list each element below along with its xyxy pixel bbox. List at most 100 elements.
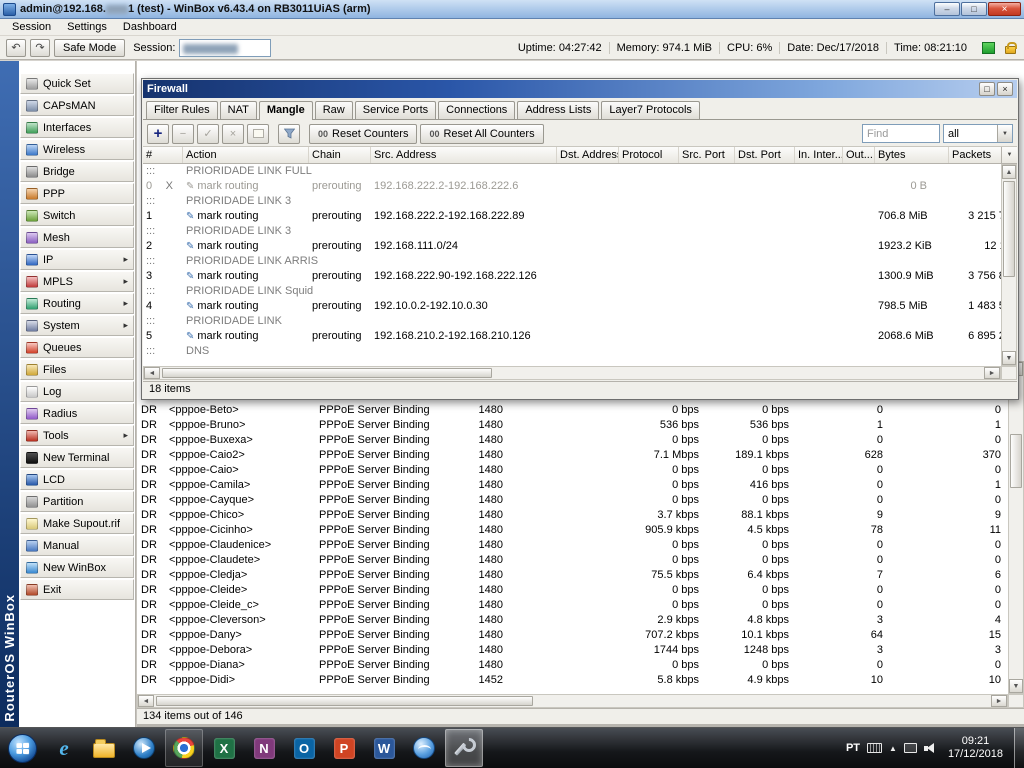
scroll-right-button[interactable]: ► — [984, 367, 1000, 379]
column-header-chain[interactable]: Chain — [309, 147, 371, 163]
interface-row[interactable]: DR <pppoe-Cayque> PPPoE Server Binding 1480… — [137, 493, 1008, 508]
interface-row[interactable]: DR <pppoe-Camila> PPPoE Server Binding 1480… — [137, 478, 1008, 493]
start-button[interactable] — [0, 728, 44, 768]
menu-dashboard[interactable]: Dashboard — [115, 20, 185, 34]
mangle-comment-row[interactable]: ::: PRIORIDADE LINK 3 — [143, 194, 1001, 209]
interface-row[interactable]: DR <pppoe-Didi> PPPoE Server Binding 1452 5.… — [137, 673, 1008, 688]
keyboard-icon[interactable] — [867, 743, 883, 753]
minimize-button[interactable]: – — [934, 2, 960, 16]
column-header-packets[interactable]: Packets — [949, 147, 1001, 163]
mangle-comment-row[interactable]: ::: PRIORIDADE LINK — [143, 314, 1001, 329]
sidebar-item-partition[interactable]: Partition — [20, 491, 134, 512]
language-indicator[interactable]: PT — [846, 742, 860, 754]
tab-service-ports[interactable]: Service Ports — [354, 101, 437, 119]
interface-vertical-scrollbar[interactable]: ▲ ▼ — [1008, 361, 1024, 694]
mangle-comment-row[interactable]: ::: PRIORIDADE LINK ARRIS — [143, 254, 1001, 269]
scroll-left-button[interactable]: ◄ — [138, 695, 154, 707]
redo-button[interactable]: ↷ — [30, 38, 50, 57]
sidebar-item-capsman[interactable]: CAPsMAN — [20, 95, 134, 116]
interface-row[interactable]: DR <pppoe-Cleide> PPPoE Server Binding 1480… — [137, 583, 1008, 598]
sidebar-item-ip[interactable]: IP ▸ — [20, 249, 134, 270]
sidebar-item-ppp[interactable]: PPP — [20, 183, 134, 204]
interface-row[interactable]: DR <pppoe-Buxexa> PPPoE Server Binding 1480… — [137, 433, 1008, 448]
scroll-down-button[interactable]: ▼ — [1002, 351, 1016, 365]
interface-row[interactable]: DR <pppoe-Diana> PPPoE Server Binding 1480 0… — [137, 658, 1008, 673]
taskbar-chrome-button[interactable] — [165, 729, 203, 767]
column-selector-button[interactable]: ▼ — [1001, 147, 1017, 164]
network-icon[interactable] — [903, 743, 917, 753]
menu-settings[interactable]: Settings — [59, 20, 115, 34]
sidebar-item-queues[interactable]: Queues — [20, 337, 134, 358]
scroll-left-button[interactable]: ◄ — [144, 367, 160, 379]
interface-row[interactable]: DR <pppoe-Dany> PPPoE Server Binding 1480 70… — [137, 628, 1008, 643]
column-header-bytes[interactable]: Bytes — [875, 147, 949, 163]
scroll-up-button[interactable]: ▲ — [1002, 165, 1016, 179]
session-input[interactable] — [179, 38, 272, 57]
column-header-src-port[interactable]: Src. Port — [679, 147, 735, 163]
interface-row[interactable]: DR <pppoe-Debora> PPPoE Server Binding 1480… — [137, 643, 1008, 658]
taskbar-excel-button[interactable]: X — [205, 729, 243, 767]
sidebar-item-system[interactable]: System ▸ — [20, 315, 134, 336]
mangle-rule-row[interactable]: 2 ✎ mark routing prerouting 192.168.111.0/24… — [143, 239, 1001, 254]
mangle-rule-row[interactable]: 3 ✎ mark routing prerouting 192.168.222.90-1… — [143, 269, 1001, 284]
mangle-rule-row[interactable]: 4 ✎ mark routing prerouting 192.10.0.2-192.1… — [143, 299, 1001, 314]
taskbar-internet-explorer-button[interactable]: e — [45, 729, 83, 767]
sidebar-item-switch[interactable]: Switch — [20, 205, 134, 226]
sidebar-item-lcd[interactable]: LCD — [20, 469, 134, 490]
column-header-protocol[interactable]: Protocol — [619, 147, 679, 163]
sidebar-item-radius[interactable]: Radius — [20, 403, 134, 424]
taskbar-word-button[interactable]: W — [365, 729, 403, 767]
clock[interactable]: 09:21 17/12/2018 — [948, 735, 1003, 761]
interface-row[interactable]: DR <pppoe-Bruno> PPPoE Server Binding 1480 5… — [137, 418, 1008, 433]
mangle-vertical-scrollbar[interactable]: ▲ ▼ — [1001, 164, 1017, 366]
interface-row[interactable]: DR <pppoe-Caio2> PPPoE Server Binding 1480 7… — [137, 448, 1008, 463]
interface-row[interactable]: DR <pppoe-Cledja> PPPoE Server Binding 1480… — [137, 568, 1008, 583]
tab-mangle[interactable]: Mangle — [258, 101, 313, 120]
main-titlebar[interactable]: admin@192.168. 1 (test) - WinBox v6.43.4 … — [0, 0, 1024, 19]
taskbar-wrench-button[interactable] — [445, 729, 483, 767]
interface-row[interactable]: DR <pppoe-Cleide_c> PPPoE Server Binding 14… — [137, 598, 1008, 613]
mangle-rule-row[interactable]: 5 ✎ mark routing prerouting 192.168.210.2-19… — [143, 329, 1001, 344]
sidebar-item-make-supout-rif[interactable]: Make Supout.rif — [20, 513, 134, 534]
taskbar-outlook-button[interactable]: O — [285, 729, 323, 767]
sidebar-item-quick-set[interactable]: Quick Set — [20, 73, 134, 94]
sidebar-item-bridge[interactable]: Bridge — [20, 161, 134, 182]
show-desktop-button[interactable] — [1014, 728, 1024, 768]
scroll-thumb[interactable] — [1003, 181, 1015, 277]
sidebar-item-routing[interactable]: Routing ▸ — [20, 293, 134, 314]
tab-connections[interactable]: Connections — [438, 101, 516, 119]
mangle-comment-row[interactable]: ::: PRIORIDADE LINK FULL — [143, 164, 1001, 179]
scroll-thumb[interactable] — [1010, 434, 1022, 488]
mangle-horizontal-scrollbar[interactable]: ◄ ► — [143, 366, 1001, 380]
tab-filter-rules[interactable]: Filter Rules — [146, 101, 218, 119]
interface-row[interactable]: DR <pppoe-Claudete> PPPoE Server Binding 14… — [137, 553, 1008, 568]
tab-raw[interactable]: Raw — [314, 101, 353, 119]
find-input[interactable] — [862, 124, 940, 143]
interface-row[interactable]: DR <pppoe-Cleverson> PPPoE Server Binding 1… — [137, 613, 1008, 628]
undo-button[interactable]: ↶ — [6, 38, 26, 57]
column-header-num[interactable]: # — [143, 147, 183, 163]
sidebar-item-log[interactable]: Log — [20, 381, 134, 402]
comment-button[interactable] — [247, 123, 269, 144]
taskbar-file-explorer-button[interactable] — [85, 729, 123, 767]
hidden-icons-arrow[interactable]: ▲ — [889, 744, 897, 753]
filter-scope-select[interactable]: all ▼ — [943, 124, 1013, 143]
sidebar-item-wireless[interactable]: Wireless — [20, 139, 134, 160]
mangle-comment-row[interactable]: ::: PRIORIDADE LINK 3 — [143, 224, 1001, 239]
interface-horizontal-scrollbar[interactable]: ◄ ► — [137, 694, 1008, 708]
tab-nat[interactable]: NAT — [219, 101, 257, 119]
sidebar-item-tools[interactable]: Tools ▸ — [20, 425, 134, 446]
remove-rule-button[interactable]: − — [172, 123, 194, 144]
column-header-dst-port[interactable]: Dst. Port — [735, 147, 795, 163]
volume-icon[interactable] — [923, 742, 937, 754]
scroll-thumb[interactable] — [156, 696, 533, 706]
filter-button[interactable] — [278, 123, 300, 144]
sidebar-item-mesh[interactable]: Mesh — [20, 227, 134, 248]
sidebar-item-manual[interactable]: Manual — [20, 535, 134, 556]
safe-mode-button[interactable]: Safe Mode — [54, 38, 126, 57]
scroll-track[interactable] — [160, 367, 984, 379]
maximize-button[interactable]: □ — [961, 2, 987, 16]
interface-row[interactable]: DR <pppoe-Caio> PPPoE Server Binding 1480 0 … — [137, 463, 1008, 478]
column-header-in-inter[interactable]: In. Inter... — [795, 147, 843, 163]
interface-row[interactable]: DR <pppoe-Claudenice> PPPoE Server Binding… — [137, 538, 1008, 553]
